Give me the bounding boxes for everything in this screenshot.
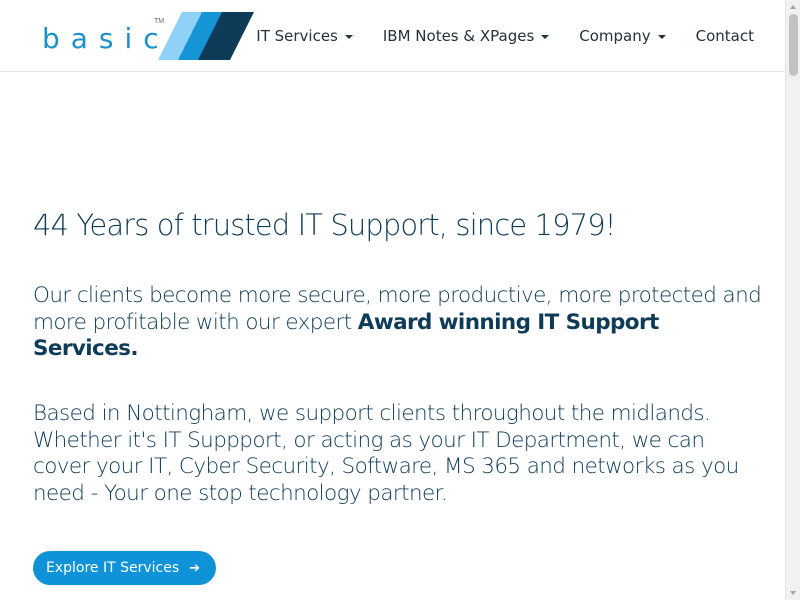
nav-item-label: IBM Notes & XPages [382, 27, 535, 45]
page: basic TM IT Services IBM Notes & XPages … [0, 0, 800, 600]
nav-item-label: IT Services [256, 27, 338, 45]
cta-label: Explore IT Services [46, 560, 180, 576]
caret-down-icon [344, 35, 353, 39]
caret-down-icon [541, 35, 550, 39]
nav-item-label: Company [579, 27, 651, 45]
main-nav: IT Services IBM Notes & XPages Company C… [256, 22, 754, 50]
scroll-up-icon[interactable] [790, 5, 796, 9]
hero-body: Based in Nottingham, we support clients … [33, 401, 739, 506]
hero-lead: Our clients become more secure, more pro… [33, 283, 763, 363]
hero-title: 44 Years of trusted IT Support, since 19… [33, 208, 616, 242]
vertical-scrollbar[interactable] [785, 0, 800, 600]
nav-item-it-services[interactable]: IT Services [256, 27, 353, 45]
scroll-down-icon[interactable] [790, 591, 796, 595]
scrollbar-thumb[interactable] [789, 14, 798, 76]
nav-item-ibm-notes-xpages[interactable]: IBM Notes & XPages [382, 27, 550, 45]
explore-it-services-button[interactable]: Explore IT Services ➔ [33, 551, 217, 585]
nav-item-contact[interactable]: Contact [696, 27, 754, 45]
brand-wordmark: basic [42, 22, 170, 55]
logo-stripes-icon [158, 12, 254, 60]
nav-item-label: Contact [695, 27, 754, 45]
caret-down-icon [657, 35, 666, 39]
arrow-right-icon: ➔ [189, 560, 201, 576]
nav-item-company[interactable]: Company [579, 27, 666, 45]
brand-logo-link[interactable]: basic TM [40, 8, 255, 64]
navbar: basic TM IT Services IBM Notes & XPages … [0, 0, 785, 72]
